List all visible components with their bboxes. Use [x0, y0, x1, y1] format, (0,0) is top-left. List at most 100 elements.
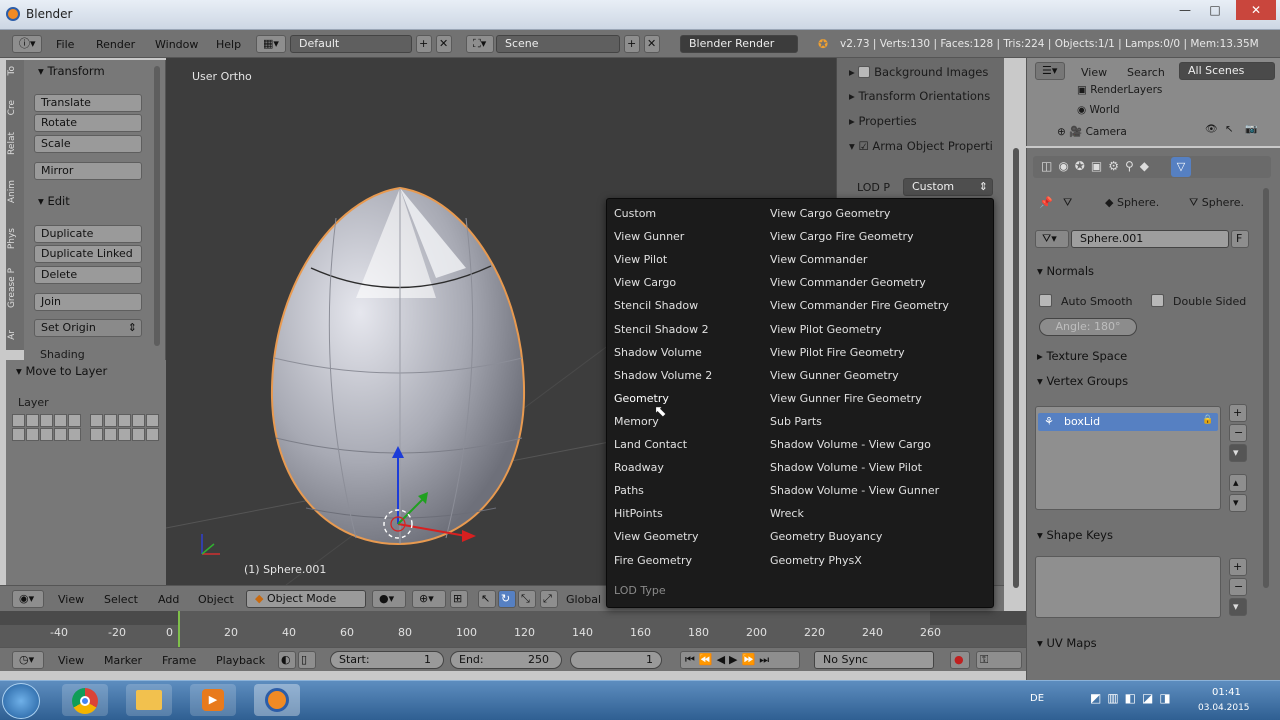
- dropdown-item[interactable]: View Gunner Geometry: [770, 369, 899, 382]
- vp-menu-add[interactable]: Add: [158, 593, 179, 606]
- dropdown-item[interactable]: Geometry Buoyancy: [770, 530, 882, 543]
- manipulator-icon[interactable]: ⊞: [450, 590, 468, 608]
- layer-button[interactable]: [90, 428, 103, 441]
- layer-button[interactable]: [118, 428, 131, 441]
- remove-shape-key-button[interactable]: −: [1229, 578, 1247, 596]
- dropdown-item[interactable]: View Commander: [770, 253, 867, 266]
- dropdown-item[interactable]: Custom: [614, 207, 656, 220]
- explorer-taskbar-icon[interactable]: [126, 684, 172, 716]
- dropdown-item[interactable]: Stencil Shadow 2: [614, 323, 709, 336]
- preview-range-icon[interactable]: ◐: [278, 651, 296, 669]
- outliner-menu-view[interactable]: View: [1081, 66, 1107, 79]
- scene-field[interactable]: Scene: [496, 35, 620, 53]
- dropdown-item[interactable]: Fire Geometry: [614, 554, 692, 567]
- dropdown-item[interactable]: View Commander Geometry: [770, 276, 926, 289]
- dropdown-item[interactable]: View Cargo: [614, 276, 676, 289]
- tl-menu-playback[interactable]: Playback: [216, 654, 265, 667]
- outliner-item-world[interactable]: ◉ World: [1077, 104, 1120, 116]
- vertex-group-item-boxlid[interactable]: ⚘ boxLid 🔒: [1038, 413, 1218, 431]
- media-player-taskbar-icon[interactable]: ▶: [190, 684, 236, 716]
- tab-create[interactable]: Cre: [7, 100, 23, 115]
- outliner-item-renderlayers[interactable]: ▣ RenderLayers: [1077, 84, 1162, 96]
- edit-panel-header[interactable]: ▾ Edit: [38, 194, 70, 208]
- toolshelf-scrollbar[interactable]: [154, 66, 160, 346]
- dropdown-item[interactable]: Shadow Volume: [614, 346, 702, 359]
- dropdown-item[interactable]: Shadow Volume - View Cargo: [770, 438, 931, 451]
- rotate-manipulator-icon[interactable]: ↻: [498, 590, 516, 608]
- shape-keys-panel-header[interactable]: ▾ Shape Keys: [1037, 528, 1113, 542]
- dropdown-item[interactable]: HitPoints: [614, 507, 663, 520]
- tab-relations[interactable]: Relat: [7, 132, 23, 155]
- outliner-menu-search[interactable]: Search: [1127, 66, 1165, 79]
- layer-button[interactable]: [12, 428, 25, 441]
- npanel-scrollbar[interactable]: [1013, 148, 1019, 588]
- set-origin-select[interactable]: Set Origin ⇕: [34, 319, 142, 337]
- layer-button[interactable]: [146, 414, 159, 427]
- normals-panel-header[interactable]: ▾ Normals: [1037, 264, 1094, 278]
- select-arrow-icon[interactable]: ↖: [1225, 124, 1233, 135]
- render-camera-icon[interactable]: 📷: [1245, 124, 1257, 135]
- viewport-editor-icon[interactable]: ◉▾: [12, 590, 44, 608]
- render-engine-select[interactable]: Blender Render: [680, 35, 798, 53]
- sync-mode-select[interactable]: No Sync: [814, 651, 934, 669]
- menu-window[interactable]: Window: [155, 38, 198, 51]
- dropdown-item[interactable]: View Pilot: [614, 253, 667, 266]
- dropdown-item[interactable]: Stencil Shadow: [614, 299, 698, 312]
- tab-grease-pencil[interactable]: Grease P: [7, 268, 23, 308]
- remove-scene-icon[interactable]: ✕: [644, 35, 660, 53]
- dropdown-item[interactable]: View Gunner: [614, 230, 684, 243]
- mirror-button[interactable]: Mirror: [34, 162, 142, 180]
- tl-menu-marker[interactable]: Marker: [104, 654, 142, 667]
- layer-button[interactable]: [104, 414, 117, 427]
- end-frame-field[interactable]: End: 250: [450, 651, 562, 669]
- snap-icon[interactable]: ⤢: [540, 590, 558, 608]
- viewport-shading-icon[interactable]: ●▾: [372, 590, 406, 608]
- lod-type-select[interactable]: Custom ⇕: [903, 178, 993, 196]
- tray-icons[interactable]: ◩▥◧◪◨: [1090, 691, 1177, 705]
- shape-key-list[interactable]: [1035, 556, 1221, 618]
- dropdown-item[interactable]: View Gunner Fire Geometry: [770, 392, 922, 405]
- dropdown-item[interactable]: View Pilot Geometry: [770, 323, 882, 336]
- minimize-button[interactable]: —: [1170, 0, 1200, 20]
- mesh-data-tab-icon[interactable]: ▽: [1171, 157, 1191, 177]
- rotate-button[interactable]: Rotate: [34, 114, 142, 132]
- menu-render[interactable]: Render: [96, 38, 135, 51]
- vp-menu-object[interactable]: Object: [198, 593, 234, 606]
- layer-button[interactable]: [68, 414, 81, 427]
- shape-key-specials-icon[interactable]: ▾: [1229, 598, 1247, 616]
- move-to-layer-header[interactable]: ▾ Move to Layer: [16, 364, 107, 378]
- current-frame-marker[interactable]: [178, 611, 180, 647]
- dropdown-item[interactable]: Land Contact: [614, 438, 687, 451]
- outliner-editor-icon[interactable]: ☰▾: [1035, 62, 1065, 80]
- remove-vertex-group-button[interactable]: −: [1229, 424, 1247, 442]
- layer-button[interactable]: [146, 428, 159, 441]
- dropdown-item[interactable]: View Geometry: [614, 530, 698, 543]
- maximize-button[interactable]: □: [1200, 0, 1230, 20]
- scene-icon[interactable]: ⛶▾: [466, 35, 494, 53]
- expand-icon[interactable]: ⊕: [1057, 126, 1066, 138]
- visibility-eye-icon[interactable]: 👁: [1205, 124, 1218, 135]
- context-tabs[interactable]: ◫◉✪▣⚙⚲◆ ▽: [1033, 156, 1271, 178]
- duplicate-linked-button[interactable]: Duplicate Linked: [34, 245, 142, 263]
- angle-slider[interactable]: Angle: 180°: [1039, 318, 1137, 336]
- scale-manipulator-icon[interactable]: ⤡: [518, 590, 536, 608]
- tab-animation[interactable]: Anim: [7, 180, 23, 203]
- check-icon[interactable]: ☑: [858, 139, 868, 153]
- menu-file[interactable]: File: [56, 38, 74, 51]
- layer-button[interactable]: [12, 414, 25, 427]
- add-layout-icon[interactable]: +: [416, 35, 432, 53]
- properties-scrollbar[interactable]: [1263, 188, 1269, 588]
- layer-button[interactable]: [40, 414, 53, 427]
- layer-button[interactable]: [68, 428, 81, 441]
- double-sided-checkbox[interactable]: [1151, 294, 1164, 307]
- chrome-taskbar-icon[interactable]: [62, 684, 108, 716]
- move-up-icon[interactable]: ▴: [1229, 474, 1247, 492]
- menu-help[interactable]: Help: [216, 38, 241, 51]
- fake-user-button[interactable]: F: [1231, 230, 1249, 248]
- pivot-point-icon[interactable]: ⊕▾: [412, 590, 446, 608]
- vertex-groups-panel-header[interactable]: ▾ Vertex Groups: [1037, 374, 1128, 388]
- dropdown-item[interactable]: Sub Parts: [770, 415, 822, 428]
- dropdown-item[interactable]: Roadway: [614, 461, 664, 474]
- vertex-group-list[interactable]: ⚘ boxLid 🔒: [1035, 406, 1221, 510]
- playback-controls[interactable]: ⏮⏪◀▶⏩⏭: [680, 651, 800, 669]
